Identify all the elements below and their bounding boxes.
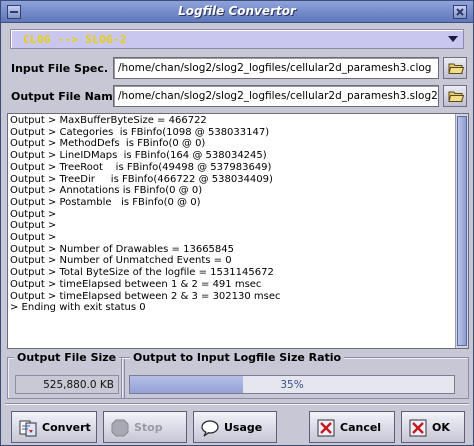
input-file-field[interactable]: /home/chan/slog2/slog2_logfiles/cellular… (113, 57, 439, 79)
console-line: > Ending with exit status 0 (10, 302, 146, 314)
input-file-label: Input File Spec. : (11, 62, 117, 75)
convert-button[interactable]: Convert (11, 411, 97, 443)
console-line: Output > MaxBufferByteSize = 466722 (10, 115, 207, 126)
speech-bubble-icon (201, 420, 219, 437)
ok-x-icon (409, 419, 427, 437)
console-line: Output > Number of Drawables = 13665845 (10, 243, 235, 255)
close-icon[interactable] (453, 5, 467, 19)
output-console[interactable]: Output > MaxBufferByteSize = 466722 Outpu… (7, 113, 469, 349)
progress-text: 35% (280, 379, 304, 391)
usage-button[interactable]: Usage (193, 411, 277, 443)
console-line: Output > timeElapsed between 1 & 2 = 491… (10, 278, 262, 290)
console-line: Output > MethodDefs is FBinfo(0 @ 0) (10, 138, 206, 150)
size-ratio-panel: Output to Input Logfile Size Ratio 35% (121, 351, 469, 399)
size-ratio-label: Output to Input Logfile Size Ratio (130, 351, 345, 364)
stop-button[interactable]: Stop (103, 411, 187, 443)
logfile-convertor-window: Logfile Convertor CLOG --> SLOG-2 Input … (0, 0, 474, 446)
converter-select[interactable]: CLOG --> SLOG-2 (10, 29, 464, 49)
divider (5, 403, 469, 405)
console-line: Output > timeElapsed between 2 & 3 = 302… (10, 290, 281, 302)
console-line: Output > TreeDir is FBinfo(466722 @ 5380… (10, 173, 273, 185)
cancel-label: Cancel (340, 421, 382, 434)
console-line: Output > Categories is FBinfo(1098 @ 538… (10, 126, 270, 138)
usage-label: Usage (224, 421, 263, 434)
console-line: Output > Total ByteSize of the logfile =… (10, 267, 274, 279)
titlebar[interactable]: Logfile Convertor (1, 1, 473, 23)
console-line: Output > Postamble is FBinfo(0 @ 0) (10, 196, 201, 208)
scrollbar-thumb[interactable] (457, 116, 467, 346)
cancel-x-icon (317, 419, 335, 437)
ok-label: OK (432, 421, 450, 434)
output-browse-button[interactable] (443, 85, 467, 107)
converter-selected-value: CLOG --> SLOG-2 (23, 33, 127, 46)
console-line: Output > (10, 220, 57, 232)
stop-icon (111, 419, 129, 437)
chevron-down-icon[interactable] (448, 36, 458, 42)
output-size-panel: Output File Size 525,880.0 KB (7, 351, 125, 399)
convert-label: Convert (42, 421, 91, 434)
console-line: Output > Annotations is FBinfo(0 @ 0) (10, 185, 203, 197)
stop-label: Stop (134, 421, 163, 434)
size-ratio-progress-bar: 35% (129, 375, 455, 394)
console-scrollbar[interactable] (455, 114, 468, 348)
window-title: Logfile Convertor (178, 4, 296, 18)
output-file-field[interactable]: /home/chan/slog2/slog2_logfiles/cellular… (113, 85, 439, 107)
console-line: Output > TreeRoot is FBinfo(49498 @ 5379… (10, 161, 272, 173)
convert-icon (19, 420, 37, 437)
output-file-label: Output File Name : (11, 90, 129, 103)
console-line: Output > Number of Unmatched Events = 0 (10, 255, 232, 267)
folder-open-icon (448, 91, 464, 102)
cancel-button[interactable]: Cancel (309, 411, 395, 443)
output-size-value: 525,880.0 KB (15, 375, 119, 394)
console-text-area[interactable]: Output > MaxBufferByteSize = 466722 Outpu… (9, 115, 454, 347)
output-size-label: Output File Size (14, 351, 120, 364)
console-line: Output > LineIDMaps is FBinfo(164 @ 5380… (10, 150, 267, 162)
console-line: Output > (10, 208, 57, 220)
console-line: Output > (10, 232, 57, 244)
ok-button[interactable]: OK (401, 411, 465, 443)
input-browse-button[interactable] (443, 57, 467, 79)
folder-open-icon (448, 63, 464, 74)
